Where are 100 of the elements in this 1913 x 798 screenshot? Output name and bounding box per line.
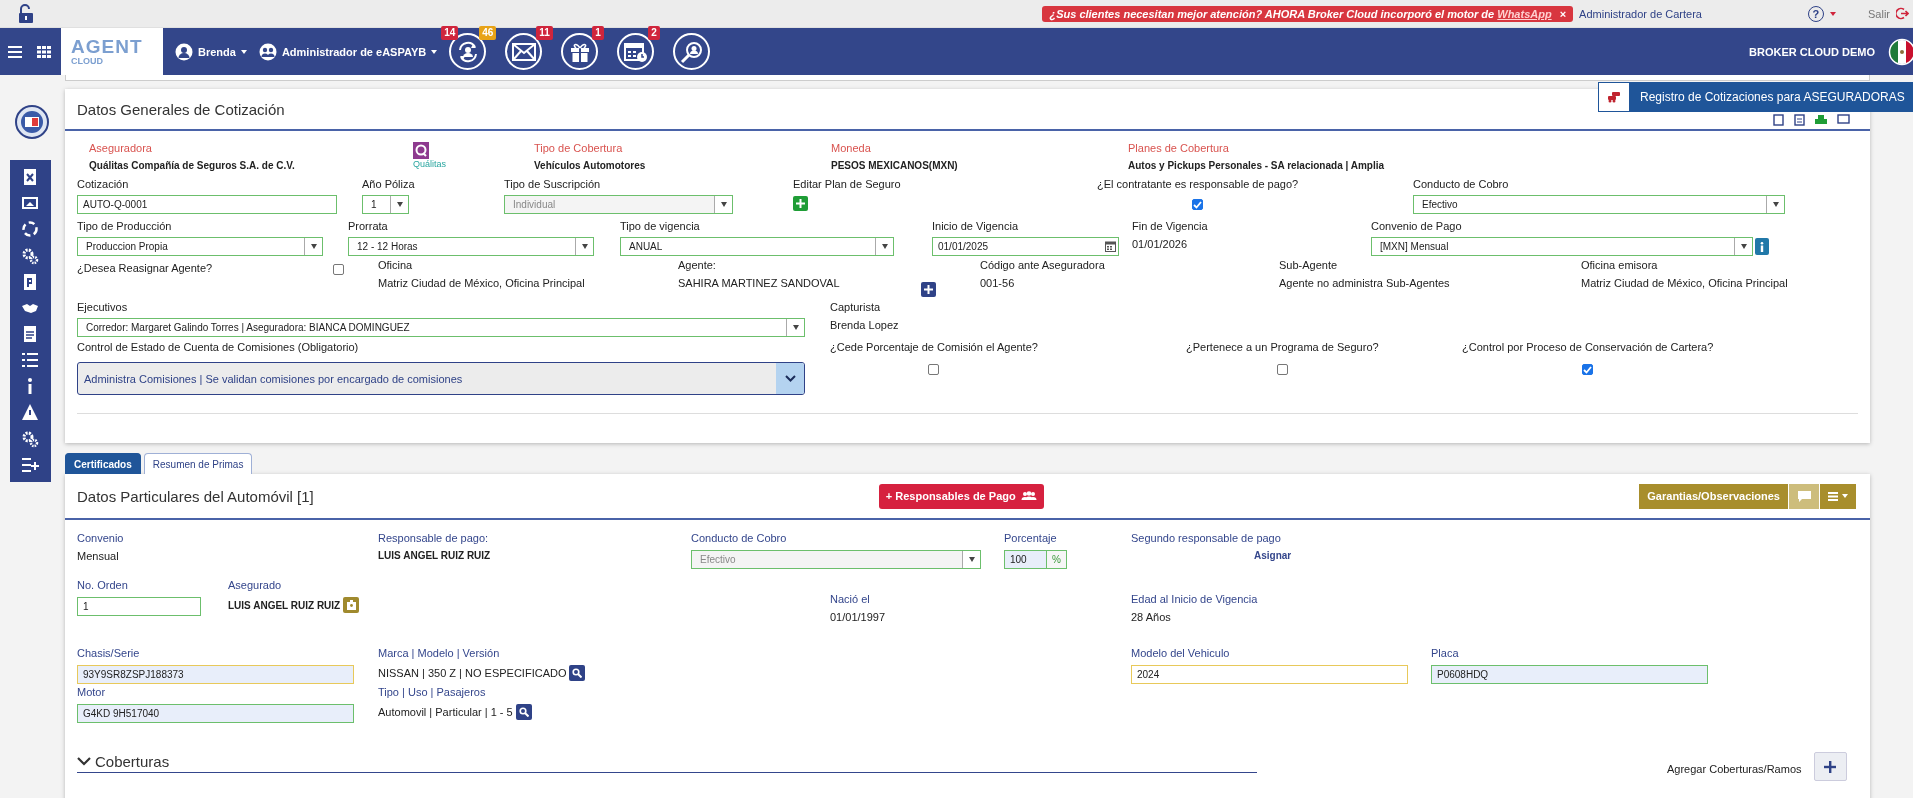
summary-label: Tipo de Cobertura xyxy=(534,142,624,154)
dropdown[interactable]: Administra Comisiones | Se validan comisiones por encargado de comisiones xyxy=(77,362,805,395)
close-button[interactable]: × xyxy=(1559,7,1567,20)
summary-label: Aseguradora xyxy=(89,142,153,154)
tab[interactable]: Certificados xyxy=(65,453,141,474)
info-button[interactable] xyxy=(1755,238,1769,255)
search-button[interactable] xyxy=(569,665,586,681)
field-label: Oficina emisora xyxy=(1581,259,1658,272)
logout-link[interactable]: Salir xyxy=(1868,7,1890,20)
search-button[interactable] xyxy=(515,704,532,720)
text-field[interactable]: 1 xyxy=(77,597,201,616)
dropdown[interactable]: 12 - 12 Horas xyxy=(348,237,594,256)
document-icon[interactable] xyxy=(1794,114,1805,126)
gears-icon[interactable] xyxy=(21,246,39,265)
insured-card-button[interactable] xyxy=(343,597,360,613)
date-field[interactable]: 01/01/2025 xyxy=(932,237,1119,256)
checkbox[interactable] xyxy=(1582,364,1594,375)
summary-value: Quálitas Compañía de Seguros S.A. de C.V. xyxy=(89,160,296,171)
field-label: Tipo de Suscripción xyxy=(504,178,601,191)
dropdown[interactable]: [MXN] Mensual xyxy=(1371,237,1753,256)
text-field[interactable]: P0608HDQ xyxy=(1431,665,1708,684)
options-button[interactable] xyxy=(1820,483,1856,509)
group-icon[interactable] xyxy=(258,42,277,61)
dropdown[interactable]: ANUAL xyxy=(620,237,894,256)
caret-icon xyxy=(792,325,799,330)
summary-label: Planes de Cobertura xyxy=(1128,142,1230,154)
add-button[interactable] xyxy=(921,282,936,297)
dropdown[interactable]: Efectivo xyxy=(1413,195,1785,214)
field-label: Fin de Vigencia xyxy=(1132,220,1208,233)
menu-icon xyxy=(1828,491,1838,501)
text-field[interactable]: 93Y9SR8ZSPJ188373 xyxy=(77,665,354,684)
field-value: 001-56 xyxy=(980,276,1015,290)
tab[interactable]: Resumen de Primas xyxy=(143,453,253,474)
dropdown[interactable]: 1 xyxy=(362,195,409,214)
payers-button[interactable]: + Responsables de Pago xyxy=(878,483,1044,509)
field-label: Código ante Aseguradora xyxy=(980,259,1105,272)
checkbox[interactable] xyxy=(1276,364,1288,375)
list-add-icon[interactable] xyxy=(21,455,39,474)
text-field[interactable]: AUTO-Q-0001 xyxy=(77,195,337,214)
caret-icon xyxy=(1772,202,1779,207)
field-label: Edad al Inicio de Vigencia xyxy=(1131,593,1258,606)
logo-text: AGENT xyxy=(71,37,144,56)
add-coverage-button[interactable] xyxy=(1813,752,1847,781)
field-label: Agente: xyxy=(678,259,716,272)
chevron-down-icon xyxy=(784,375,796,382)
section-title[interactable]: Coberturas xyxy=(95,752,170,770)
field-label: Prorrata xyxy=(348,220,388,233)
document-icon[interactable] xyxy=(21,325,39,343)
user-menu[interactable]: Brenda xyxy=(198,45,236,58)
spreadsheet-icon[interactable] xyxy=(21,168,39,187)
user-icon[interactable] xyxy=(175,42,193,61)
shortcut-button[interactable] xyxy=(673,33,711,70)
logout-icon[interactable] xyxy=(1896,7,1909,20)
promo-banner[interactable]: ¿Sus clientes necesitan mejor atención? AHORA Broker Cloud incorporó el motor de WhatsApp × xyxy=(1042,5,1574,22)
chevron-down-icon[interactable] xyxy=(77,756,91,766)
field-label: Placa xyxy=(1431,647,1459,660)
info-icon xyxy=(1760,241,1764,252)
help-book-icon[interactable] xyxy=(14,105,49,139)
summary-value: PESOS MEXICANOS(MXN) xyxy=(831,160,959,171)
cycle-icon[interactable] xyxy=(21,220,39,239)
unlock-icon[interactable] xyxy=(17,3,35,24)
field-label: Segundo responsable de pago xyxy=(1131,532,1281,545)
field-value: 01/01/1997 xyxy=(830,611,886,623)
profile-menu[interactable]: Administrador de eASPAYB xyxy=(281,45,427,58)
gears-icon[interactable] xyxy=(21,429,39,448)
monitor-icon[interactable] xyxy=(1837,114,1850,126)
field-label: ¿Desea Reasignar Agente? xyxy=(77,262,213,275)
caret-icon[interactable] xyxy=(1830,11,1836,16)
list-icon[interactable] xyxy=(21,351,39,370)
checkbox[interactable] xyxy=(928,364,940,375)
document-icon[interactable] xyxy=(1773,114,1784,126)
plus-icon xyxy=(1824,760,1836,773)
flag-icon[interactable] xyxy=(1887,36,1913,67)
dropdown[interactable]: Produccion Propia xyxy=(77,237,323,256)
caret-icon xyxy=(1842,494,1848,498)
field-value: Automovil | Particular | 1 - 5 xyxy=(378,706,513,718)
role-label[interactable]: Administrador de Cartera xyxy=(1579,7,1702,20)
comment-icon xyxy=(1797,490,1811,502)
warning-icon[interactable] xyxy=(21,403,39,422)
text-field[interactable]: 2024 xyxy=(1131,665,1408,684)
insurer-logo-icon xyxy=(413,142,429,159)
printer-icon[interactable] xyxy=(1815,114,1827,126)
checkbox[interactable] xyxy=(1192,199,1204,210)
percent-field[interactable]: 100 xyxy=(1004,550,1047,569)
calendar-icon[interactable] xyxy=(1105,241,1116,252)
text-field[interactable]: G4KD 9H517040 xyxy=(77,704,354,723)
apps-icon[interactable] xyxy=(37,45,51,58)
field-value: NISSAN | 350 Z | NO ESPECIFICADO xyxy=(378,667,567,679)
caret-icon xyxy=(581,244,588,249)
document-icon[interactable] xyxy=(21,272,39,291)
assign-link[interactable]: Asignar xyxy=(1254,550,1292,561)
checkbox[interactable] xyxy=(333,264,344,275)
field-label: ¿Control por Proceso de Conservación de Cartera? xyxy=(1462,341,1714,354)
logo-subtext: CLOUD xyxy=(71,56,104,66)
dropdown[interactable]: Corredor: Margaret Galindo Torres | Aseguradora: BIANCA DOMINGUEZ xyxy=(77,318,805,337)
menu-icon[interactable] xyxy=(8,45,22,58)
card-title: Datos Generales de Cotización xyxy=(77,100,285,118)
field-label: No. Orden xyxy=(77,579,128,592)
summary-value: Vehículos Automotores xyxy=(534,160,647,171)
field-value: 28 Años xyxy=(1131,611,1171,623)
